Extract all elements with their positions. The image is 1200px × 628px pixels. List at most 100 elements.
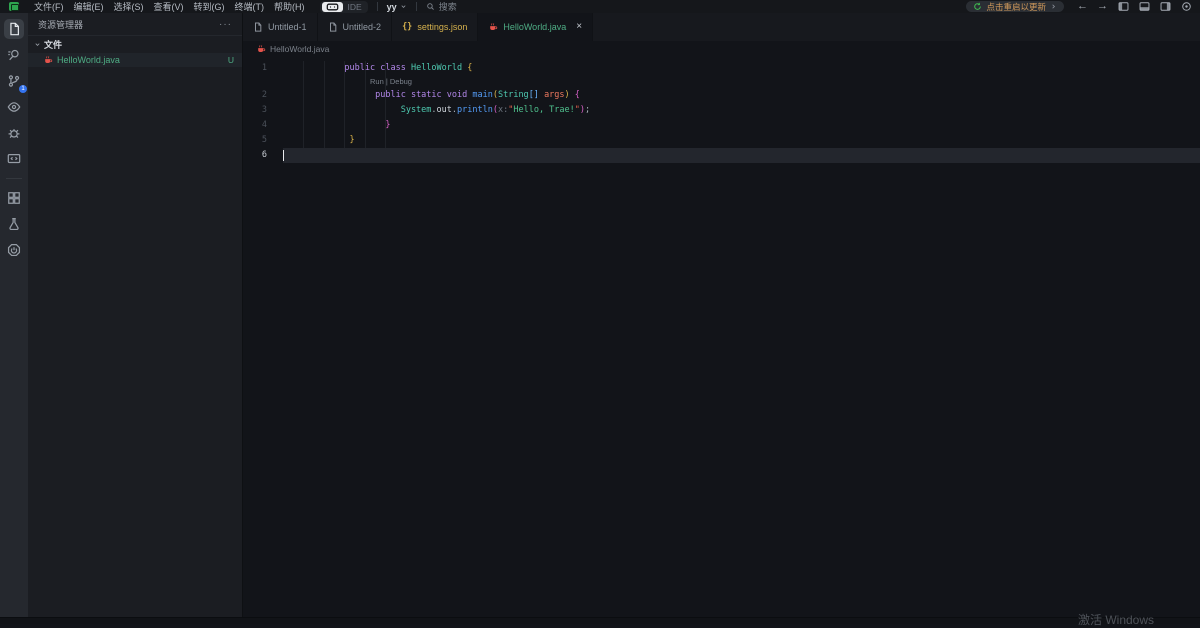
text-cursor — [283, 150, 284, 161]
workspace-switcher[interactable]: yy — [387, 2, 407, 12]
code-line-2[interactable]: 2 public static void main(String[] args)… — [243, 88, 1200, 103]
menu-bar: 文件(F) 编辑(E) 选择(S) 查看(V) 转到(G) 终端(T) 帮助(H) — [29, 0, 310, 13]
toggle-right-sidebar-icon[interactable] — [1160, 1, 1171, 12]
activity-item-explorer[interactable] — [4, 19, 24, 39]
code-text: } — [385, 120, 391, 130]
file-name: HelloWorld.java — [57, 55, 120, 65]
tab-bar: Untitled-1 Untitled-2 {} settings.json Hello… — [243, 13, 1200, 41]
line-number: 2 — [261, 90, 267, 100]
breadcrumb[interactable]: HelloWorld.java — [243, 41, 1200, 57]
close-icon[interactable]: × — [576, 22, 582, 32]
back-arrow-icon[interactable]: ← — [1077, 1, 1088, 12]
java-icon — [43, 55, 53, 65]
titlebar-divider-2 — [415, 2, 417, 11]
windows-activation-watermark: 激活 Windows — [1078, 613, 1155, 627]
java-icon — [488, 22, 498, 32]
code-line-3[interactable]: 3 System.out.println(x:"Hello, Trae!"); — [243, 103, 1200, 118]
menu-item-0[interactable]: 文件(F) — [29, 0, 69, 13]
tab-label: Untitled-2 — [342, 22, 382, 32]
tab-Untitled-2[interactable]: Untitled-2 — [318, 13, 393, 41]
line-number: 4 — [261, 120, 267, 130]
tab-settings.json[interactable]: {} settings.json — [392, 13, 479, 41]
menu-item-4[interactable]: 转到(G) — [189, 0, 230, 13]
json-braces-icon: {} — [402, 22, 413, 32]
code-line-4[interactable]: 4 } — [243, 118, 1200, 133]
update-label: 点击重启以更新 — [986, 1, 1046, 12]
file-tree-item[interactable]: HelloWorld.java U — [28, 53, 242, 67]
search-icon — [7, 48, 21, 62]
customize-layout-icon[interactable] — [1181, 1, 1192, 12]
history-nav: ← → — [1077, 1, 1108, 12]
restart-icon — [973, 2, 982, 11]
breadcrumb-label: HelloWorld.java — [270, 44, 330, 54]
menu-item-3[interactable]: 查看(V) — [149, 0, 189, 13]
ide-label: IDE — [347, 1, 362, 12]
debug-icon — [7, 126, 21, 140]
activity-bar-divider — [6, 178, 22, 179]
search-label: 搜索 — [438, 2, 457, 12]
activity-item-remote-window[interactable] — [4, 149, 24, 169]
remote-window-icon — [7, 152, 21, 166]
restart-to-update-button[interactable]: 点击重启以更新 — [966, 1, 1064, 12]
robot-icon — [321, 1, 343, 12]
activity-item-testing[interactable] — [4, 214, 24, 234]
status-bar — [0, 617, 1200, 624]
explorer-sidebar: 资源管理器 ··· 文件 HelloWorld.java U — [28, 13, 243, 617]
code-editor[interactable]: 1 public class HelloWorld {Run | Debug 2 … — [243, 57, 1200, 163]
toggle-left-sidebar-icon[interactable] — [1118, 1, 1129, 12]
watch-icon — [7, 100, 21, 114]
code-line-6[interactable]: 6 — [243, 148, 1200, 163]
activity-item-source-control[interactable]: 1 — [4, 71, 27, 93]
forward-arrow-icon[interactable]: → — [1097, 1, 1108, 12]
extensions-icon — [7, 191, 21, 205]
app-logo-icon[interactable] — [9, 2, 19, 11]
code-text — [283, 148, 1200, 163]
more-actions-icon[interactable]: ··· — [219, 19, 232, 30]
code-lens-run-debug[interactable]: Run | Debug — [243, 76, 1200, 88]
activity-bar: 1 — [0, 13, 28, 617]
power-icon — [7, 243, 21, 257]
sidebar-header: 资源管理器 ··· — [28, 13, 242, 35]
activity-item-debug[interactable] — [4, 123, 24, 143]
file-icon — [253, 22, 263, 32]
git-status-badge: U — [227, 55, 234, 65]
activity-item-search[interactable] — [4, 45, 24, 65]
tab-Untitled-1[interactable]: Untitled-1 — [243, 13, 318, 41]
menu-item-1[interactable]: 编辑(E) — [69, 0, 109, 13]
code-line-5[interactable]: 5 } — [243, 133, 1200, 148]
file-icon — [328, 22, 338, 32]
code-text: public class HelloWorld { — [344, 63, 473, 73]
activity-item-power[interactable] — [4, 240, 24, 260]
tab-label: HelloWorld.java — [503, 22, 567, 32]
title-bar: 文件(F) 编辑(E) 选择(S) 查看(V) 转到(G) 终端(T) 帮助(H) IDE … — [0, 0, 1200, 13]
tab-label: Untitled-1 — [268, 22, 307, 32]
menu-item-2[interactable]: 选择(S) — [109, 0, 149, 13]
chevron-down-icon — [400, 3, 407, 10]
code-text: public static void main(String[] args) { — [375, 90, 580, 100]
sidebar-title: 资源管理器 — [38, 19, 84, 30]
global-search[interactable]: 搜索 — [426, 0, 457, 13]
activity-item-extensions[interactable] — [4, 188, 24, 208]
code-line-1[interactable]: 1 public class HelloWorld { — [243, 61, 1200, 76]
ide-mode-badge[interactable]: IDE — [319, 0, 368, 13]
menu-item-6[interactable]: 帮助(H) — [269, 0, 310, 13]
tab-label: settings.json — [417, 22, 468, 32]
toggle-bottom-panel-icon[interactable] — [1139, 1, 1150, 12]
line-number: 6 — [261, 150, 267, 160]
activity-item-watch[interactable] — [4, 97, 24, 117]
chevron-down-icon — [34, 41, 41, 48]
menu-item-5[interactable]: 终端(T) — [230, 0, 270, 13]
section-label: 文件 — [44, 40, 63, 50]
java-icon — [256, 44, 266, 54]
testing-icon — [7, 217, 21, 231]
line-number: 5 — [261, 135, 267, 145]
sidebar-section-files[interactable]: 文件 — [28, 35, 242, 53]
tab-HelloWorld.java[interactable]: HelloWorld.java × — [478, 13, 594, 41]
line-number: 1 — [261, 63, 267, 73]
titlebar-right: 点击重启以更新 ← → — [966, 1, 1200, 12]
line-number: 3 — [261, 105, 267, 115]
file-tree: HelloWorld.java U — [28, 53, 242, 67]
workspace-name: yy — [386, 1, 397, 12]
search-icon — [426, 2, 435, 11]
titlebar-divider — [376, 2, 378, 11]
